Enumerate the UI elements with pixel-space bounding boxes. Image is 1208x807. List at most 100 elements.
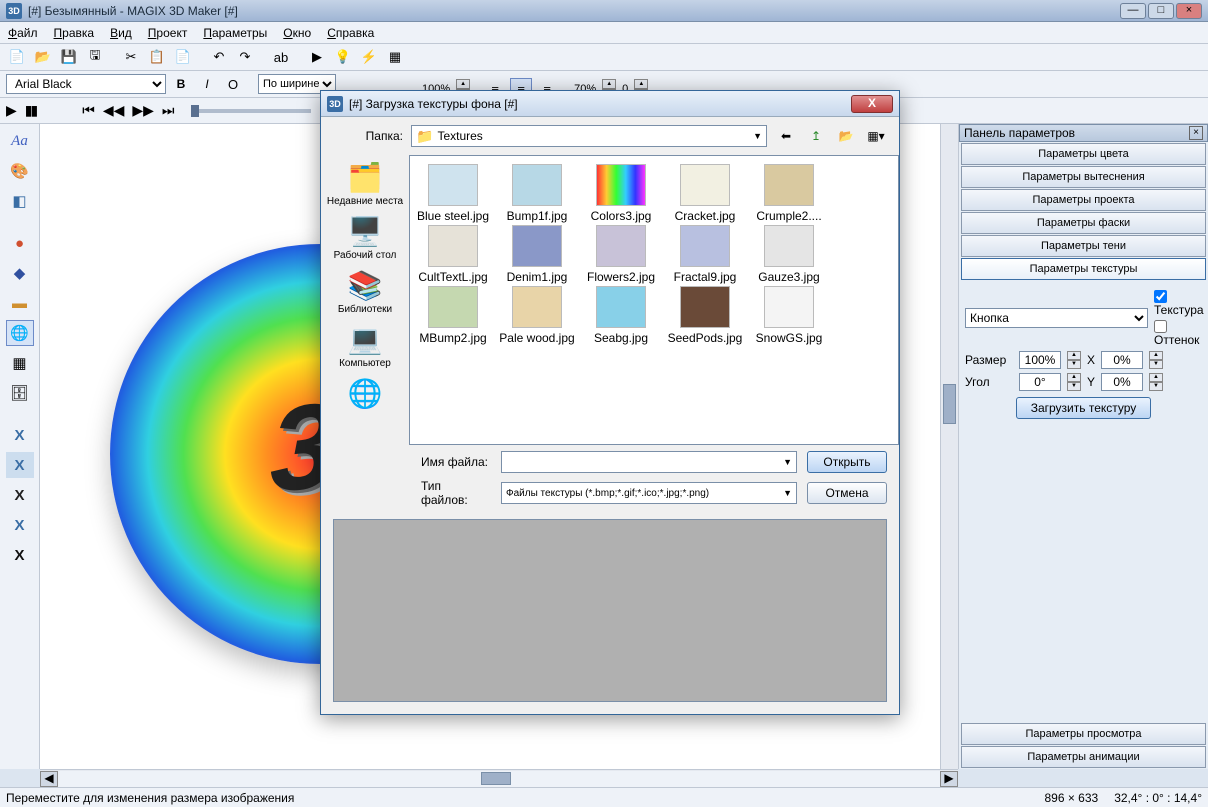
param-bottom-0[interactable]: Параметры просмотра	[961, 723, 1206, 745]
param-section-4[interactable]: Параметры тени	[961, 235, 1206, 257]
file-item[interactable]: Crumple2....	[750, 164, 828, 223]
play-small-button[interactable]: ▶	[306, 46, 328, 68]
file-item[interactable]: CultTextL.jpg	[414, 225, 492, 284]
menu-проект[interactable]: Проект	[148, 26, 188, 40]
last-frame-button[interactable]: ⏭	[162, 102, 175, 119]
canvas-vscroll[interactable]	[940, 124, 958, 769]
place-3[interactable]: 💻Компьютер	[325, 321, 405, 371]
file-item[interactable]: Blue steel.jpg	[414, 164, 492, 223]
place-0[interactable]: 🗂️Недавние места	[325, 159, 405, 209]
cut-button[interactable]: ✂	[120, 46, 142, 68]
text-tool[interactable]: Aa	[6, 128, 34, 154]
italic-button[interactable]: I	[196, 73, 218, 95]
file-item[interactable]: SeedPods.jpg	[666, 286, 744, 345]
x-tool-2[interactable]: X	[6, 452, 34, 478]
canvas-hscroll[interactable]: ◀ ▶	[40, 769, 958, 787]
timeline-slider[interactable]	[191, 109, 311, 113]
param-section-1[interactable]: Параметры вытеснения	[961, 166, 1206, 188]
file-item[interactable]: Fractal9.jpg	[666, 225, 744, 284]
first-frame-button[interactable]: ⏮	[82, 102, 95, 119]
nav-up-button[interactable]: ↥	[805, 125, 827, 147]
file-item[interactable]: SnowGS.jpg	[750, 286, 828, 345]
x-tool-5[interactable]: X	[6, 542, 34, 568]
play-button[interactable]: ▶	[6, 102, 17, 119]
params-panel-close[interactable]: ×	[1189, 126, 1203, 140]
param-bottom-1[interactable]: Параметры анимации	[961, 746, 1206, 768]
filetype-selector[interactable]: Файлы текстуры (*.bmp;*.gif;*.ico;*.jpg;…	[501, 482, 797, 504]
palette-tool[interactable]: 🎨	[6, 158, 34, 184]
hscroll-right[interactable]: ▶	[940, 771, 958, 787]
box-tool[interactable]: ▬	[6, 290, 34, 316]
file-list[interactable]: Blue steel.jpgBump1f.jpgColors3.jpgCrack…	[409, 155, 899, 445]
menu-файл[interactable]: Файл	[8, 26, 38, 40]
x-tool-3[interactable]: X	[6, 482, 34, 508]
x-tool-1[interactable]: X	[6, 422, 34, 448]
paste-button[interactable]: 📄	[172, 46, 194, 68]
nav-newfolder-button[interactable]: 📂	[835, 125, 857, 147]
param-section-3[interactable]: Параметры фаски	[961, 212, 1206, 234]
param-section-0[interactable]: Параметры цвета	[961, 143, 1206, 165]
face-selector[interactable]: Кнопка	[965, 308, 1148, 328]
outline-button[interactable]: O	[222, 73, 244, 95]
angle-y-spin[interactable]: ▲▼	[1149, 373, 1163, 391]
pattern-tool[interactable]: ▦	[6, 350, 34, 376]
maximize-button[interactable]: □	[1148, 3, 1174, 19]
undo-button[interactable]: ↶	[208, 46, 230, 68]
file-item[interactable]: MBump2.jpg	[414, 286, 492, 345]
x-tool-4[interactable]: X	[6, 512, 34, 538]
cylinder-tool[interactable]: 🗄	[6, 380, 34, 406]
place-4[interactable]: 🌐	[325, 375, 405, 414]
menu-правка[interactable]: Правка	[54, 26, 95, 40]
angle-x-input[interactable]	[1019, 373, 1061, 391]
open-button-dialog[interactable]: Открыть	[807, 451, 887, 473]
place-1[interactable]: 🖥️Рабочий стол	[325, 213, 405, 263]
cb-tint[interactable]	[1154, 320, 1167, 333]
redo-button[interactable]: ↷	[234, 46, 256, 68]
globe-tool[interactable]: 🌐	[6, 320, 34, 346]
filename-input[interactable]: ▼	[501, 451, 797, 473]
cb-tint-label[interactable]: Оттенок	[1154, 318, 1202, 346]
load-texture-button[interactable]: Загрузить текстуру	[1016, 397, 1152, 419]
cancel-button-dialog[interactable]: Отмена	[807, 482, 887, 504]
new-button[interactable]: 📄	[6, 46, 28, 68]
text-button[interactable]: ab	[270, 46, 292, 68]
save-button[interactable]: 💾	[58, 46, 80, 68]
sphere-tool[interactable]: ●	[6, 230, 34, 256]
copy-button[interactable]: 📋	[146, 46, 168, 68]
cone-tool[interactable]: ◆	[6, 260, 34, 286]
file-item[interactable]: Bump1f.jpg	[498, 164, 576, 223]
param-section-2[interactable]: Параметры проекта	[961, 189, 1206, 211]
bold-button[interactable]: B	[170, 73, 192, 95]
cube-tool[interactable]: ◧	[6, 188, 34, 214]
hscroll-left[interactable]: ◀	[40, 771, 58, 787]
dialog-close-button[interactable]: X	[851, 95, 893, 113]
size-y-input[interactable]	[1101, 351, 1143, 369]
effects-button[interactable]: ⚡	[358, 46, 380, 68]
size-y-spin[interactable]: ▲▼	[1149, 351, 1163, 369]
menu-параметры[interactable]: Параметры	[203, 26, 267, 40]
open-button[interactable]: 📂	[32, 46, 54, 68]
minimize-button[interactable]: —	[1120, 3, 1146, 19]
size-x-spin[interactable]: ▲▼	[1067, 351, 1081, 369]
menu-окно[interactable]: Окно	[283, 26, 311, 40]
pause-button[interactable]: ▮▮	[25, 102, 36, 119]
file-item[interactable]: Gauze3.jpg	[750, 225, 828, 284]
nav-back-button[interactable]: ⬅	[775, 125, 797, 147]
font-selector[interactable]: Arial Black	[6, 74, 166, 94]
angle-y-input[interactable]	[1101, 373, 1143, 391]
close-button[interactable]: ×	[1176, 3, 1202, 19]
save-as-button[interactable]: 🖫	[84, 46, 106, 68]
place-2[interactable]: 📚Библиотеки	[325, 267, 405, 317]
window-button[interactable]: ▦	[384, 46, 406, 68]
menu-вид[interactable]: Вид	[110, 26, 132, 40]
file-item[interactable]: Seabg.jpg	[582, 286, 660, 345]
next-frame-button[interactable]: ▶▶	[132, 102, 154, 119]
cb-texture-label[interactable]: Текстура	[1154, 289, 1202, 317]
file-item[interactable]: Flowers2.jpg	[582, 225, 660, 284]
cb-texture[interactable]	[1154, 290, 1167, 303]
angle-x-spin[interactable]: ▲▼	[1067, 373, 1081, 391]
file-item[interactable]: Cracket.jpg	[666, 164, 744, 223]
prev-frame-button[interactable]: ◀◀	[103, 102, 125, 119]
file-item[interactable]: Denim1.jpg	[498, 225, 576, 284]
size-x-input[interactable]	[1019, 351, 1061, 369]
